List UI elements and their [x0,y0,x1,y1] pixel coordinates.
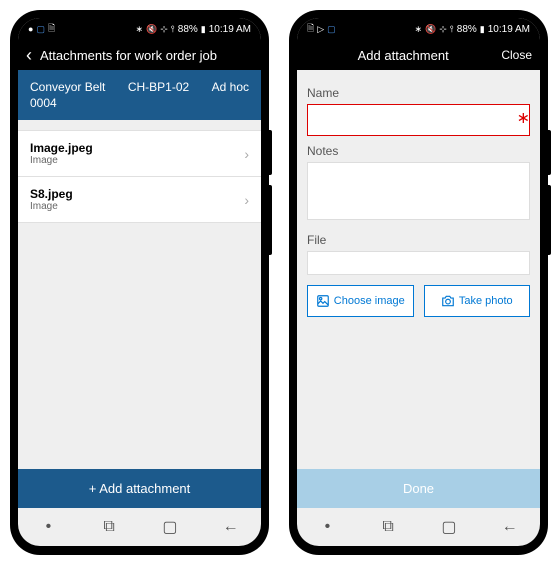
app-header: Add attachment Close [297,40,540,70]
add-label: Add attachment [99,481,190,496]
wifi-icon: ⊹ [160,24,168,35]
app-header: ‹ Attachments for work order job [18,40,261,70]
form-content: Name ∗ Notes File Choose image Take phot… [297,70,540,469]
close-button[interactable]: Close [501,48,532,62]
banner-code: CH-BP1-02 [128,80,189,110]
item-info: Image.jpeg Image [30,141,93,166]
nav-bar: • ⧉ ▢ ← [18,508,261,546]
app-badge-icon: ▢ [36,24,45,35]
banner-left: Conveyor Belt 0004 [30,80,105,110]
screen-right: 🗎 ▷ ▢ ∗ 🔇 ⊹ ⫯ 88% ▮ 10:19 AM Add attachm… [297,18,540,508]
chevron-right-icon: › [244,192,249,208]
image-icon [316,294,330,308]
time-text: 10:19 AM [488,24,530,35]
arrow-icon: ▷ [317,24,324,35]
nav-dot-icon[interactable]: • [315,518,339,536]
mute-icon: 🔇 [146,24,157,35]
nav-home-icon[interactable]: ▢ [158,517,182,537]
item-type: Image [30,201,73,212]
signal-icon: ⫯ [450,24,454,35]
plus-icon: + [89,481,100,496]
nav-back-icon[interactable]: ← [219,518,243,536]
nav-recent-icon[interactable]: ⧉ [376,518,400,536]
battery-icon: ▮ [201,24,206,35]
time-text: 10:19 AM [209,24,251,35]
choose-label: Choose image [334,295,405,307]
banner-type: Ad hoc [212,80,249,110]
item-type: Image [30,155,93,166]
take-photo-button[interactable]: Take photo [424,285,531,317]
choose-image-button[interactable]: Choose image [307,285,414,317]
add-attachment-button[interactable]: + Add attachment [18,469,261,508]
banner-id: 0004 [30,96,105,110]
battery-text: 88% [457,24,477,35]
work-order-banner: Conveyor Belt 0004 CH-BP1-02 Ad hoc [18,70,261,120]
nav-bar: • ⧉ ▢ ← [297,508,540,546]
doc-icon: 🗎 [48,21,55,37]
phone-left: ● ▢ 🗎 ∗ 🔇 ⊹ ⫯ 88% ▮ 10:19 AM ‹ Attachmen… [10,10,269,555]
name-label: Name [307,86,530,100]
status-bar: ● ▢ 🗎 ∗ 🔇 ⊹ ⫯ 88% ▮ 10:19 AM [18,18,261,40]
item-title: Image.jpeg [30,141,93,155]
name-field[interactable] [307,104,530,136]
nav-home-icon[interactable]: ▢ [437,517,461,537]
status-left: 🗎 ▷ ▢ [307,21,336,37]
status-right: ∗ 🔇 ⊹ ⫯ 88% ▮ 10:19 AM [136,24,251,35]
nav-dot-icon[interactable]: • [36,518,60,536]
battery-text: 88% [178,24,198,35]
wifi-icon: ⊹ [439,24,447,35]
attachment-list: Image.jpeg Image › S8.jpeg Image › [18,120,261,469]
banner-name: Conveyor Belt [30,80,105,94]
app-badge-icon: ▢ [327,24,336,35]
nav-back-icon[interactable]: ← [498,518,522,536]
photo-label: Take photo [459,295,513,307]
required-icon: ∗ [517,108,530,128]
file-label: File [307,233,530,247]
item-info: S8.jpeg Image [30,187,73,212]
page-title: Attachments for work order job [40,48,253,63]
list-item[interactable]: S8.jpeg Image › [18,177,261,223]
item-title: S8.jpeg [30,187,73,201]
nav-recent-icon[interactable]: ⧉ [97,518,121,536]
screen-left: ● ▢ 🗎 ∗ 🔇 ⊹ ⫯ 88% ▮ 10:19 AM ‹ Attachmen… [18,18,261,508]
status-left: ● ▢ 🗎 [28,21,55,37]
status-bar: 🗎 ▷ ▢ ∗ 🔇 ⊹ ⫯ 88% ▮ 10:19 AM [297,18,540,40]
done-button[interactable]: Done [297,469,540,508]
bluetooth-icon: ∗ [415,24,423,35]
notes-label: Notes [307,144,530,158]
phone-right: 🗎 ▷ ▢ ∗ 🔇 ⊹ ⫯ 88% ▮ 10:19 AM Add attachm… [289,10,548,555]
back-icon[interactable]: ‹ [26,45,32,66]
signal-icon: ⫯ [171,24,175,35]
list-item[interactable]: Image.jpeg Image › [18,130,261,177]
bluetooth-icon: ∗ [136,24,144,35]
mute-icon: 🔇 [425,24,436,35]
chevron-right-icon: › [244,146,249,162]
dot-icon: ● [28,24,33,34]
status-right: ∗ 🔇 ⊹ ⫯ 88% ▮ 10:19 AM [415,24,530,35]
file-field[interactable] [307,251,530,275]
notes-field[interactable] [307,162,530,220]
camera-icon [441,294,455,308]
button-row: Choose image Take photo [307,285,530,317]
done-label: Done [403,481,434,496]
battery-icon: ▮ [480,24,485,35]
page-title: Add attachment [305,48,501,63]
doc-icon: 🗎 [307,21,314,37]
